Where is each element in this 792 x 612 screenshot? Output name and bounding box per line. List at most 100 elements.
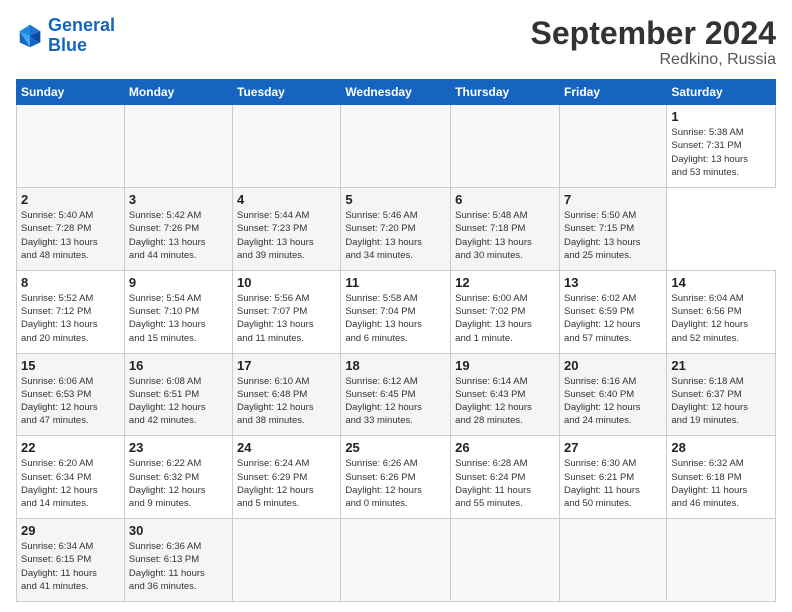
calendar-day: 4 Sunrise: 5:44 AM Sunset: 7:23 PM Daylig… — [233, 187, 341, 270]
calendar-week-4: 15Sunrise: 6:06 AM Sunset: 6:53 PM Dayli… — [17, 353, 776, 436]
logo-general: General — [48, 15, 115, 35]
day-number: 26 — [455, 440, 555, 455]
day-number: 24 — [237, 440, 336, 455]
day-number: 30 — [129, 523, 228, 538]
day-number: 8 — [21, 275, 120, 290]
calendar-day: 12 Sunrise: 6:00 AM Sunset: 7:02 PM Dayli… — [451, 270, 560, 353]
logo-blue: Blue — [48, 35, 87, 55]
day-number: 22 — [21, 440, 120, 455]
calendar-day: 24 Sunrise: 6:24 AM Sunset: 6:29 PM Dayli… — [233, 436, 341, 519]
day-number: 6 — [455, 192, 555, 207]
day-number: 1 — [671, 109, 771, 124]
calendar-day: 20 Sunrise: 6:16 AM Sunset: 6:40 PM Dayli… — [559, 353, 666, 436]
calendar-header-friday: Friday — [559, 80, 666, 105]
day-info: Sunrise: 5:58 AM Sunset: 7:04 PM Dayligh… — [345, 292, 446, 345]
day-info: Sunrise: 6:34 AM Sunset: 6:15 PM Dayligh… — [21, 540, 120, 593]
calendar-header-row: SundayMondayTuesdayWednesdayThursdayFrid… — [17, 80, 776, 105]
calendar-day: 11 Sunrise: 5:58 AM Sunset: 7:04 PM Dayli… — [341, 270, 451, 353]
calendar-header-tuesday: Tuesday — [233, 80, 341, 105]
calendar-week-3: 8 Sunrise: 5:52 AM Sunset: 7:12 PM Daylig… — [17, 270, 776, 353]
day-number: 11 — [345, 275, 446, 290]
calendar-day: 17 Sunrise: 6:10 AM Sunset: 6:48 PM Dayli… — [233, 353, 341, 436]
day-info: Sunrise: 5:46 AM Sunset: 7:20 PM Dayligh… — [345, 209, 446, 262]
calendar-day: 26 Sunrise: 6:28 AM Sunset: 6:24 PM Dayli… — [451, 436, 560, 519]
calendar-day: 27Sunrise: 6:30 AM Sunset: 6:21 PM Dayli… — [559, 436, 666, 519]
calendar-day: 28 Sunrise: 6:32 AM Sunset: 6:18 PM Dayli… — [667, 436, 776, 519]
calendar-day: 13Sunrise: 6:02 AM Sunset: 6:59 PM Dayli… — [559, 270, 666, 353]
day-number: 13 — [564, 275, 662, 290]
calendar-day: 23 Sunrise: 6:22 AM Sunset: 6:32 PM Dayli… — [124, 436, 232, 519]
calendar-week-1: 1 Sunrise: 5:38 AM Sunset: 7:31 PM Daylig… — [17, 105, 776, 188]
day-info: Sunrise: 5:44 AM Sunset: 7:23 PM Dayligh… — [237, 209, 336, 262]
calendar-week-5: 22 Sunrise: 6:20 AM Sunset: 6:34 PM Dayli… — [17, 436, 776, 519]
day-number: 25 — [345, 440, 446, 455]
calendar-week-6: 29 Sunrise: 6:34 AM Sunset: 6:15 PM Dayli… — [17, 519, 776, 602]
day-number: 3 — [129, 192, 228, 207]
calendar-day: 10 Sunrise: 5:56 AM Sunset: 7:07 PM Dayli… — [233, 270, 341, 353]
day-number: 14 — [671, 275, 771, 290]
day-number: 10 — [237, 275, 336, 290]
title-block: September 2024 Redkino, Russia — [531, 16, 776, 69]
empty-cell — [559, 105, 666, 188]
calendar-header-monday: Monday — [124, 80, 232, 105]
day-info: Sunrise: 6:14 AM Sunset: 6:43 PM Dayligh… — [455, 375, 555, 428]
calendar-day: 18 Sunrise: 6:12 AM Sunset: 6:45 PM Dayli… — [341, 353, 451, 436]
empty-cell — [233, 105, 341, 188]
day-info: Sunrise: 5:50 AM Sunset: 7:15 PM Dayligh… — [564, 209, 662, 262]
day-number: 17 — [237, 358, 336, 373]
empty-cell — [341, 105, 451, 188]
day-info: Sunrise: 5:56 AM Sunset: 7:07 PM Dayligh… — [237, 292, 336, 345]
calendar-header-thursday: Thursday — [451, 80, 560, 105]
main-title: September 2024 — [531, 16, 776, 51]
day-info: Sunrise: 6:22 AM Sunset: 6:32 PM Dayligh… — [129, 457, 228, 510]
day-info: Sunrise: 6:32 AM Sunset: 6:18 PM Dayligh… — [671, 457, 771, 510]
day-info: Sunrise: 6:24 AM Sunset: 6:29 PM Dayligh… — [237, 457, 336, 510]
calendar-day: 25 Sunrise: 6:26 AM Sunset: 6:26 PM Dayli… — [341, 436, 451, 519]
day-info: Sunrise: 6:00 AM Sunset: 7:02 PM Dayligh… — [455, 292, 555, 345]
day-info: Sunrise: 6:10 AM Sunset: 6:48 PM Dayligh… — [237, 375, 336, 428]
calendar-day: 19 Sunrise: 6:14 AM Sunset: 6:43 PM Dayli… — [451, 353, 560, 436]
calendar-day: 1 Sunrise: 5:38 AM Sunset: 7:31 PM Daylig… — [667, 105, 776, 188]
day-info: Sunrise: 5:52 AM Sunset: 7:12 PM Dayligh… — [21, 292, 120, 345]
day-number: 29 — [21, 523, 120, 538]
day-info: Sunrise: 6:16 AM Sunset: 6:40 PM Dayligh… — [564, 375, 662, 428]
day-info: Sunrise: 5:38 AM Sunset: 7:31 PM Dayligh… — [671, 126, 771, 179]
calendar-header-sunday: Sunday — [17, 80, 125, 105]
day-number: 18 — [345, 358, 446, 373]
day-info: Sunrise: 6:04 AM Sunset: 6:56 PM Dayligh… — [671, 292, 771, 345]
calendar-day — [451, 519, 560, 602]
calendar-week-2: 2Sunrise: 5:40 AM Sunset: 7:28 PM Daylig… — [17, 187, 776, 270]
calendar-day — [667, 519, 776, 602]
header: General Blue September 2024 Redkino, Rus… — [16, 16, 776, 69]
day-info: Sunrise: 6:12 AM Sunset: 6:45 PM Dayligh… — [345, 375, 446, 428]
calendar-day: 29 Sunrise: 6:34 AM Sunset: 6:15 PM Dayli… — [17, 519, 125, 602]
day-info: Sunrise: 6:06 AM Sunset: 6:53 PM Dayligh… — [21, 375, 120, 428]
day-info: Sunrise: 5:40 AM Sunset: 7:28 PM Dayligh… — [21, 209, 120, 262]
day-info: Sunrise: 6:30 AM Sunset: 6:21 PM Dayligh… — [564, 457, 662, 510]
calendar-day: 3Sunrise: 5:42 AM Sunset: 7:26 PM Daylig… — [124, 187, 232, 270]
day-info: Sunrise: 6:20 AM Sunset: 6:34 PM Dayligh… — [21, 457, 120, 510]
calendar-day: 14 Sunrise: 6:04 AM Sunset: 6:56 PM Dayli… — [667, 270, 776, 353]
day-number: 12 — [455, 275, 555, 290]
day-number: 4 — [237, 192, 336, 207]
day-number: 21 — [671, 358, 771, 373]
empty-cell — [17, 105, 125, 188]
day-info: Sunrise: 6:28 AM Sunset: 6:24 PM Dayligh… — [455, 457, 555, 510]
calendar-day: 6Sunrise: 5:48 AM Sunset: 7:18 PM Daylig… — [451, 187, 560, 270]
day-number: 23 — [129, 440, 228, 455]
day-info: Sunrise: 6:36 AM Sunset: 6:13 PM Dayligh… — [129, 540, 228, 593]
day-number: 5 — [345, 192, 446, 207]
calendar-day: 22 Sunrise: 6:20 AM Sunset: 6:34 PM Dayli… — [17, 436, 125, 519]
logo: General Blue — [16, 16, 115, 56]
day-number: 9 — [129, 275, 228, 290]
day-number: 28 — [671, 440, 771, 455]
calendar-table: SundayMondayTuesdayWednesdayThursdayFrid… — [16, 79, 776, 602]
empty-cell — [451, 105, 560, 188]
calendar-day: 16Sunrise: 6:08 AM Sunset: 6:51 PM Dayli… — [124, 353, 232, 436]
day-info: Sunrise: 6:26 AM Sunset: 6:26 PM Dayligh… — [345, 457, 446, 510]
day-number: 7 — [564, 192, 662, 207]
day-number: 20 — [564, 358, 662, 373]
calendar-day: 8 Sunrise: 5:52 AM Sunset: 7:12 PM Daylig… — [17, 270, 125, 353]
logo-icon — [16, 22, 44, 50]
day-number: 19 — [455, 358, 555, 373]
